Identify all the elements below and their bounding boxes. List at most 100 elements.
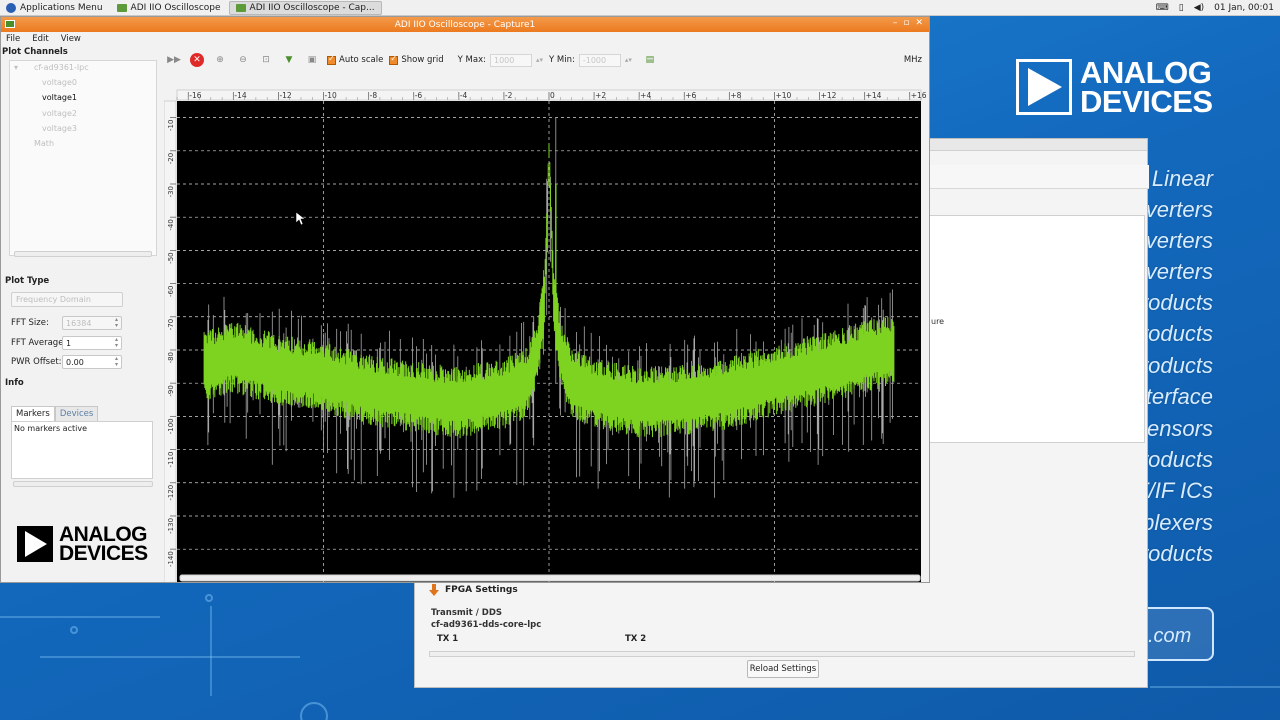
x-tick-label: -4 <box>460 91 468 100</box>
tab-devices[interactable]: Devices <box>54 406 99 421</box>
applications-menu-button[interactable]: Applications Menu <box>0 1 109 15</box>
tab-markers[interactable]: Markers <box>11 406 55 421</box>
pwr-offset-spin[interactable]: 0.00 <box>62 355 122 369</box>
task-osc-capture[interactable]: ADI IIO Oscilloscope - Cap... <box>228 0 382 15</box>
stop-button[interactable]: ✕ <box>189 52 205 68</box>
volume-icon[interactable]: ◀) <box>1194 3 1204 13</box>
unit-label: MHz <box>903 55 922 65</box>
y-tick-label: -50 <box>167 252 175 263</box>
x-tick-label: +16 <box>911 91 927 100</box>
analog-devices-logo-icon <box>17 526 53 562</box>
y-tick-label: -120 <box>167 485 175 501</box>
product-line: roducts <box>1140 353 1213 378</box>
spin-arrows-icon[interactable]: ▴▾ <box>625 56 632 64</box>
channel-item[interactable]: voltage2 <box>42 109 77 118</box>
x-tick-label: +6 <box>685 91 696 100</box>
fft-average-spin[interactable]: 1 <box>62 336 122 350</box>
analog-devices-logo: ANALOG DEVICES <box>17 524 148 564</box>
settings-icon[interactable]: ▤ <box>642 52 658 68</box>
product-line: terface <box>1145 384 1213 409</box>
zoom-in-icon[interactable]: ⊕ <box>212 52 228 68</box>
tx2-label: TX 2 <box>625 634 647 644</box>
y-tick-label: -30 <box>167 186 175 197</box>
oscilloscope-titlebar[interactable]: ADI IIO Oscilloscope - Capture1 – ▫ ✕ <box>1 17 929 32</box>
x-tick-label: +2 <box>595 91 606 100</box>
product-line: roducts <box>1140 541 1213 566</box>
auto-scale-label: Auto scale <box>339 55 384 65</box>
device-item[interactable]: cf-ad9361-lpc <box>34 63 89 72</box>
y-axis-ruler <box>164 100 177 582</box>
show-grid-label: Show grid <box>401 55 444 65</box>
keyboard-icon[interactable]: ⌨ <box>1156 3 1169 13</box>
product-line: roducts <box>1140 447 1213 472</box>
minimize-icon[interactable]: – <box>893 18 898 28</box>
markers-box: No markers active <box>11 421 153 479</box>
fullscreen-icon[interactable]: ▣ <box>304 52 320 68</box>
circuit-trace <box>210 606 212 696</box>
zoom-fit-icon[interactable]: ⊡ <box>258 52 274 68</box>
y-max-field[interactable]: 1000 <box>489 53 532 67</box>
channel-tree[interactable]: ▾ cf-ad9361-lpc voltage0 voltage1 voltag… <box>9 60 157 257</box>
system-tray: ⌨ ▯ ◀) 01 Jan, 00:01 <box>1156 3 1280 13</box>
channel-item[interactable]: voltage1 <box>42 93 77 102</box>
y-tick-label: -130 <box>167 518 175 534</box>
x-tick-label: -6 <box>415 91 423 100</box>
info-tabs: Markers Devices <box>11 406 99 421</box>
channel-item[interactable]: voltage3 <box>42 124 77 133</box>
y-min-field[interactable]: -1000 <box>578 53 621 67</box>
show-grid-checkbox[interactable]: Show grid <box>389 54 444 65</box>
y-max-label: Y Max: <box>457 55 486 65</box>
menu-file[interactable]: File <box>6 34 20 44</box>
menubar: File Edit View <box>1 32 929 46</box>
auto-scale-checkbox[interactable]: Auto scale <box>327 54 384 65</box>
product-line: verters <box>1145 259 1213 284</box>
x-tick-label: +4 <box>640 91 651 100</box>
pwr-offset-label: PWR Offset: <box>11 357 62 367</box>
task-osc-main[interactable]: ADI IIO Oscilloscope <box>111 1 227 15</box>
reload-settings-button[interactable]: Reload Settings <box>747 660 819 678</box>
dds-core-name: cf-ad9361-dds-core-lpc <box>431 620 542 630</box>
spin-arrows-icon[interactable]: ▴▾ <box>536 56 543 64</box>
menu-edit[interactable]: Edit <box>32 34 48 44</box>
oscilloscope-icon <box>116 3 127 12</box>
product-line: roducts <box>1140 321 1213 346</box>
x-tick-label: -14 <box>234 91 246 100</box>
clock[interactable]: 01 Jan, 00:01 <box>1214 3 1274 13</box>
x-tick-label: -12 <box>279 91 291 100</box>
x-tick-label: -10 <box>325 91 337 100</box>
plot-type-select[interactable]: Frequency Domain <box>11 292 123 307</box>
zoom-out-icon[interactable]: ⊖ <box>235 52 251 68</box>
brand-line1: ANALOG <box>1080 55 1212 90</box>
fpga-settings-header[interactable]: FPGA Settings <box>427 583 518 597</box>
info-title: Info <box>5 378 24 388</box>
y-tick-label: -40 <box>167 219 175 230</box>
brand-line2: DEVICES <box>1080 84 1213 119</box>
left-panel: Plot Channels ▾ cf-ad9361-lpc voltage0 v… <box>1 46 164 582</box>
fft-size-spin[interactable]: 16384 <box>62 316 122 330</box>
menu-view[interactable]: View <box>61 34 81 44</box>
y-tick-label: -10 <box>167 120 175 131</box>
battery-icon[interactable]: ▯ <box>1179 3 1184 13</box>
math-item[interactable]: Math <box>34 139 54 148</box>
fft-plot-svg[interactable]: -16 -14 -12 -10 -8 -6 -4 -2 0 +2 +4 +6 +8 +10 +12 +14 +1… <box>164 72 929 582</box>
transmit-dds-label: Transmit / DDS <box>431 608 502 618</box>
info-hscroll[interactable] <box>13 481 153 487</box>
y-tick-label: -70 <box>167 319 175 330</box>
expander-icon[interactable]: ▾ <box>14 63 18 72</box>
y-tick-label: -100 <box>167 418 175 434</box>
maximize-icon[interactable]: ▫ <box>903 18 909 28</box>
play-icon[interactable]: ▶▶ <box>166 52 182 68</box>
save-icon[interactable]: ▼ <box>281 52 297 68</box>
horizontal-scrollbar[interactable] <box>429 651 1135 657</box>
x-tick-label: +10 <box>775 91 791 100</box>
close-icon[interactable]: ✕ <box>915 18 923 28</box>
fft-plot[interactable]: -16 -14 -12 -10 -8 -6 -4 -2 0 +2 +4 +6 +8 +10 +12 +14 +1… <box>164 72 929 582</box>
y-tick-label: -140 <box>167 551 175 567</box>
oscilloscope-window[interactable]: ADI IIO Oscilloscope - Capture1 – ▫ ✕ Fi… <box>0 16 930 583</box>
taskbar: Applications Menu ADI IIO Oscilloscope A… <box>0 0 1280 16</box>
x-tick-label: +14 <box>866 91 882 100</box>
fpga-settings-label: FPGA Settings <box>445 585 518 595</box>
y-tick-label: -80 <box>167 352 175 363</box>
channel-item[interactable]: voltage0 <box>42 78 77 87</box>
channel-tree-hscroll[interactable] <box>14 251 152 257</box>
